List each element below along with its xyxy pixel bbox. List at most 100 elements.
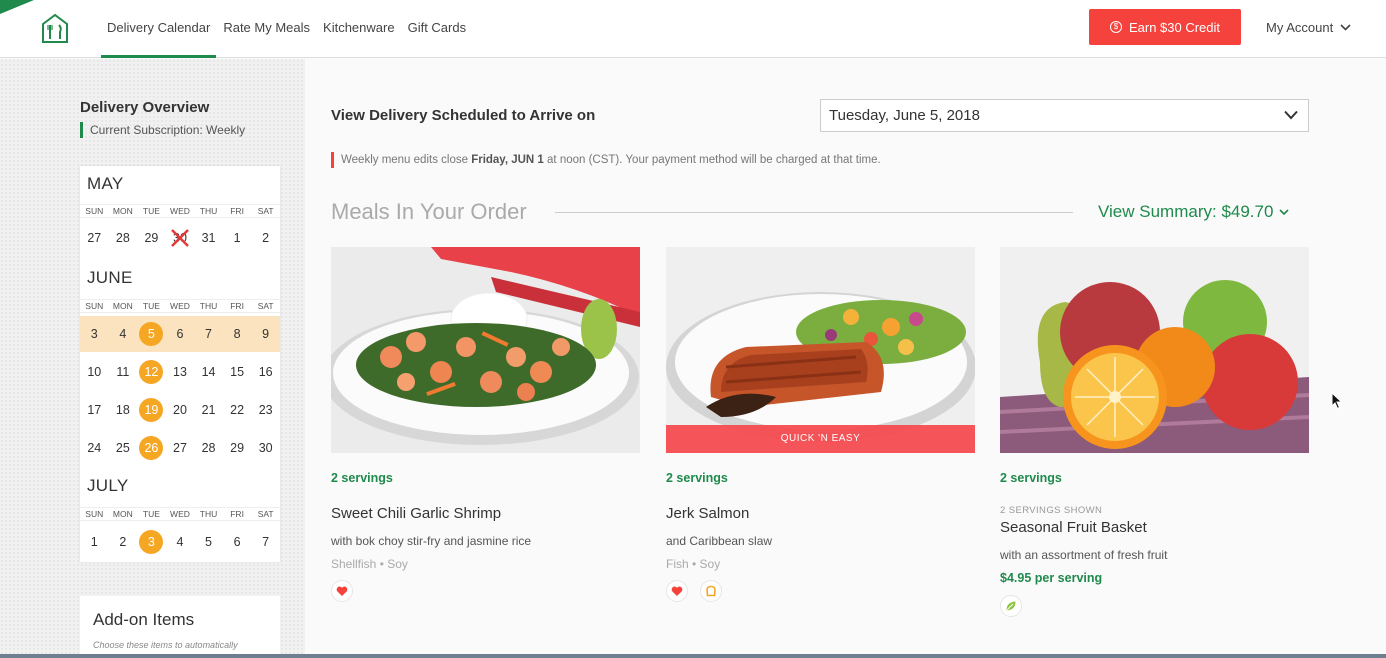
quick-n-easy-badge: QUICK 'N EASY (666, 425, 975, 453)
meal-card-salmon[interactable]: QUICK 'N EASY 2 servings Jerk Salmon and… (666, 247, 975, 602)
day-number: 28 (201, 441, 216, 455)
calendar-day[interactable]: 2 (109, 524, 138, 560)
meal-card-shrimp[interactable]: 2 servings Sweet Chili Garlic Shrimp wit… (331, 247, 640, 602)
calendar-day[interactable]: 1 (223, 220, 252, 256)
meal-card-fruit-basket[interactable]: 2 servings 2 SERVINGS SHOWN Seasonal Fru… (1000, 247, 1309, 617)
calendar-day[interactable]: 11 (109, 354, 138, 390)
day-number: 17 (87, 403, 102, 417)
corner-accent (0, 0, 34, 14)
chevron-down-icon (1279, 208, 1290, 215)
calendar-week: 17 18 19 20 21 22 23 (80, 392, 280, 428)
calendar-day[interactable]: 16 (251, 354, 280, 390)
meal-name[interactable]: Sweet Chili Garlic Shrimp (331, 505, 501, 522)
heart-icon[interactable] (331, 580, 353, 602)
calendar-day[interactable]: 20 (166, 392, 195, 428)
weekday-label: SUN (85, 509, 104, 519)
day-number: 7 (205, 327, 212, 341)
day-number: 27 (87, 231, 102, 245)
nav-gift-cards[interactable]: Gift Cards (402, 0, 473, 58)
calendar-day[interactable]: 5 (194, 524, 223, 560)
leaf-icon[interactable] (1000, 595, 1022, 617)
summary-label: View Summary: $49.70 (1098, 202, 1274, 221)
calendar-day[interactable]: 29 (223, 430, 252, 466)
calendar-day[interactable]: 5 (137, 316, 166, 352)
view-summary-link[interactable]: View Summary: $49.70 (1098, 202, 1290, 222)
calendar-day[interactable]: 7 (251, 524, 280, 560)
calendar-day[interactable]: 26 (137, 430, 166, 466)
day-number: 22 (230, 403, 245, 417)
calendar-day[interactable]: 27 (80, 220, 109, 256)
nav-kitchenware[interactable]: Kitchenware (317, 0, 401, 58)
day-number: 18 (115, 403, 130, 417)
nav-rate-my-meals[interactable]: Rate My Meals (217, 0, 316, 58)
calendar-day[interactable]: 4 (109, 316, 138, 352)
day-number: 6 (176, 327, 184, 341)
earn-credit-button[interactable]: $ Earn $30 Credit (1089, 9, 1241, 45)
calendar-day[interactable]: 24 (80, 430, 109, 466)
day-number: 1 (233, 231, 241, 245)
calendar-day[interactable]: 27 (166, 430, 195, 466)
calendar-day[interactable]: 30 (166, 220, 195, 256)
day-number: 6 (233, 535, 241, 549)
calendar-day[interactable]: 18 (109, 392, 138, 428)
calendar-day[interactable]: 10 (80, 354, 109, 390)
meal-image-shrimp[interactable] (331, 247, 640, 453)
calendar-day[interactable]: 3 (80, 316, 109, 352)
calendar-day[interactable]: 1 (80, 524, 109, 560)
main-content: View Delivery Scheduled to Arrive on Tue… (305, 59, 1386, 658)
calendar-day[interactable]: 21 (194, 392, 223, 428)
calendar-day[interactable]: 15 (223, 354, 252, 390)
skipped-x-icon (170, 229, 189, 247)
day-number: 14 (201, 365, 216, 379)
meal-price: $4.95 per serving (1000, 571, 1103, 585)
meal-image-salmon[interactable]: QUICK 'N EASY (666, 247, 975, 453)
calendar-day[interactable]: 14 (194, 354, 223, 390)
calendar-day[interactable]: 25 (109, 430, 138, 466)
calendar-day[interactable]: 30 (251, 430, 280, 466)
heart-icon[interactable] (666, 580, 688, 602)
calendar-day[interactable]: 29 (137, 220, 166, 256)
meal-name[interactable]: Seasonal Fruit Basket (1000, 519, 1147, 536)
calendar-day[interactable]: 23 (251, 392, 280, 428)
delivery-date-select[interactable]: Tuesday, June 5, 2018 (820, 99, 1309, 132)
calendar-day[interactable]: 8 (223, 316, 252, 352)
calendar-day[interactable]: 3 (137, 524, 166, 560)
day-number: 3 (90, 327, 98, 341)
meal-description: with an assortment of fresh fruit (1000, 548, 1168, 562)
meal-servings: 2 servings (1000, 471, 1062, 485)
calendar-day[interactable]: 7 (194, 316, 223, 352)
day-number: 5 (205, 535, 212, 549)
weekday-label: THU (199, 301, 218, 311)
calendar-day[interactable]: 19 (137, 392, 166, 428)
sidebar: Delivery Overview Current Subscription: … (0, 59, 305, 658)
nav-delivery-calendar[interactable]: Delivery Calendar (101, 0, 217, 58)
addon-title: Add-on Items (93, 610, 195, 629)
calendar-day[interactable]: 6 (166, 316, 195, 352)
meal-name[interactable]: Jerk Salmon (666, 505, 749, 522)
weekday-label: SAT (257, 509, 274, 519)
calendar-week: 24 25 26 27 28 29 30 (80, 430, 280, 466)
calendar-day[interactable]: 4 (166, 524, 195, 560)
calendar-day[interactable]: 12 (137, 354, 166, 390)
meal-image-fruit[interactable] (1000, 247, 1309, 453)
calendar-day[interactable]: 17 (80, 392, 109, 428)
calendar-day[interactable]: 28 (109, 220, 138, 256)
day-number: 20 (173, 403, 187, 417)
my-account-menu[interactable]: My Account (1266, 20, 1351, 35)
calendar-day[interactable]: 22 (223, 392, 252, 428)
calendar-day[interactable]: 2 (251, 220, 280, 256)
calendar-day[interactable]: 28 (194, 430, 223, 466)
home-chef-logo-icon[interactable] (40, 12, 70, 44)
day-number: 31 (201, 231, 216, 245)
calendar-day[interactable]: 6 (223, 524, 252, 560)
taskbar-strip (0, 654, 1386, 658)
calendar-day[interactable]: 31 (194, 220, 223, 256)
day-number: 15 (230, 365, 245, 379)
heading-divider (555, 212, 1073, 213)
calendar-day[interactable]: 13 (166, 354, 195, 390)
addon-subtitle: Choose these items to automatically (93, 640, 238, 650)
calendar-day[interactable]: 9 (251, 316, 280, 352)
day-number: 4 (176, 535, 184, 549)
calendar-week: 27 28 29 30 31 1 2 (80, 220, 280, 256)
bread-icon[interactable] (700, 580, 722, 602)
